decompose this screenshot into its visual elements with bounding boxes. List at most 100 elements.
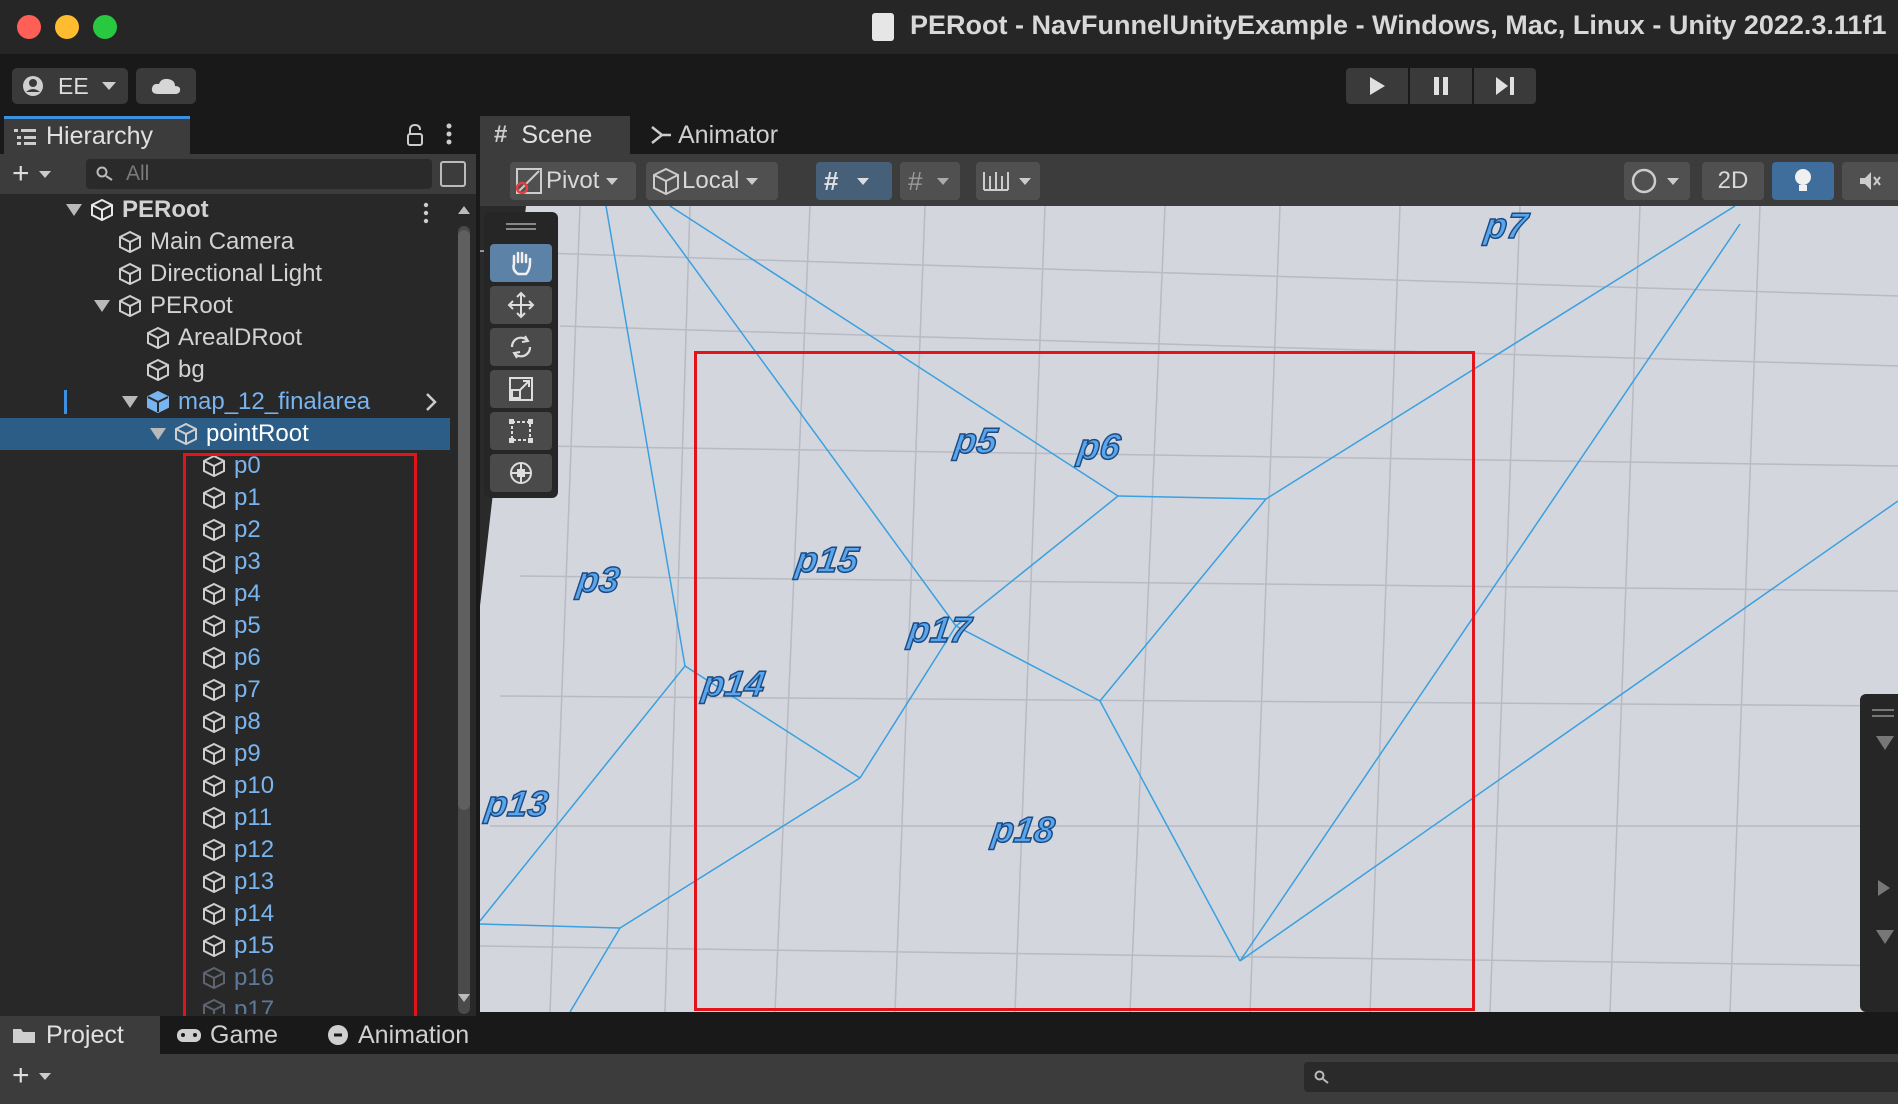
animation-icon [328,1025,348,1045]
search-icon [1314,1070,1329,1084]
tab-project[interactable]: Project [0,1016,160,1054]
waypoint-label[interactable]: p3 [573,558,623,600]
hierarchy-row-label: PERoot [122,196,209,223]
tab-game[interactable]: Game [176,1016,296,1054]
gameobject-icon [147,326,169,350]
snap-icon: # [908,165,923,196]
plus-icon: + [12,157,30,190]
audio-mute-icon [1860,172,1881,190]
overlay-panel[interactable] [1860,694,1898,1012]
window-titlebar: PERoot - NavFunnelUnityExample - Windows… [0,0,1898,54]
search-icon [96,166,113,181]
scale-tool-button[interactable] [490,370,552,408]
hierarchy-row[interactable]: bg [0,354,450,386]
hierarchy-row[interactable]: pointRoot [0,418,450,450]
account-icon [23,76,43,96]
hierarchy-row[interactable]: Main Camera [0,226,450,258]
pause-icon [1434,77,1448,95]
ruler-toggle[interactable] [976,162,1040,200]
hierarchy-row[interactable]: Directional Light [0,258,450,290]
close-window-button[interactable] [17,15,41,39]
chevron-right-icon[interactable] [424,392,438,412]
kebab-menu-icon[interactable] [444,122,454,148]
hierarchy-row[interactable]: PERoot [0,194,450,226]
gameobject-icon [119,262,141,286]
chevron-down-icon [1019,177,1031,185]
transform-tool-button[interactable] [490,454,552,492]
chevron-down-icon [38,170,51,178]
lock-icon[interactable] [406,123,424,146]
unity-scene-icon [91,198,113,222]
play-button[interactable] [1346,68,1408,104]
hierarchy-row[interactable]: ArealDRoot [0,322,450,354]
waypoint-label[interactable]: p13 [481,782,551,824]
bottom-dock: Project Game Animation + [0,1016,1898,1104]
rect-tool-button[interactable] [490,412,552,450]
account-label: EE [58,72,89,99]
2d-toggle[interactable]: 2D [1702,162,1764,200]
play-icon [1370,77,1385,95]
scene-view[interactable]: p3p5p6p7p13p14p15p17p182 [480,206,1898,1012]
hierarchy-row-label: ArealDRoot [178,324,303,351]
create-dropdown[interactable]: + [12,157,66,190]
tab-game-label: Game [210,1020,279,1049]
chevron-down-icon [38,1072,51,1080]
gameobject-icon [175,422,197,446]
tab-hierarchy[interactable]: Hierarchy [4,116,190,154]
local-label: Local [682,167,740,194]
chevron-down-icon [746,177,759,185]
chevron-down-icon [857,177,870,185]
hierarchy-row[interactable]: map_12_finalarea [0,386,450,418]
gameobject-icon [119,294,141,318]
hand-icon [512,251,532,276]
shading-dropdown[interactable] [1624,162,1690,200]
account-dropdown[interactable]: EE [12,68,128,104]
scene-visibility-icon[interactable] [440,161,466,187]
local-cube-icon [653,167,679,195]
tab-animation[interactable]: Animation [326,1016,496,1054]
folder-icon [13,1029,35,1043]
expand-arrow-icon[interactable] [94,300,110,312]
prefab-icon [147,390,169,414]
hierarchy-search-field[interactable]: All [86,159,432,189]
tab-animator[interactable]: Animator [650,116,810,154]
hand-tool-button[interactable] [490,244,552,282]
chevron-down-icon [1667,177,1679,185]
pause-button[interactable] [1410,68,1472,104]
local-dropdown[interactable]: Local [646,162,778,200]
gamepad-icon [177,1029,201,1042]
tab-animator-label: Animator [678,120,779,149]
expand-arrow-icon[interactable] [122,396,138,408]
zoom-window-button[interactable] [93,15,117,39]
2d-label: 2D [1717,167,1749,194]
highlight-box-hierarchy [183,453,417,1031]
cloud-button[interactable] [136,68,196,104]
hierarchy-row-label: pointRoot [206,420,309,447]
hierarchy-row[interactable]: PERoot [0,290,450,322]
project-search-field[interactable] [1304,1062,1898,1092]
drag-handle-icon[interactable] [484,218,558,238]
tab-hierarchy-label: Hierarchy [46,122,153,150]
tab-scene[interactable]: # Scene [480,116,630,154]
rotate-tool-button[interactable] [490,328,552,366]
project-create-dropdown[interactable]: + [12,1061,66,1091]
tab-scene-label: Scene [521,120,593,149]
row-kebab-icon[interactable] [422,202,430,224]
gameobject-icon [147,358,169,382]
grid-snap-toggle[interactable]: # [816,162,892,200]
lighting-toggle[interactable] [1772,162,1834,200]
waypoint-label[interactable]: p7 [1481,206,1533,247]
move-tool-button[interactable] [490,286,552,324]
rotate-icon [510,335,532,359]
increment-snap-toggle[interactable]: # [900,162,960,200]
expand-arrow-icon[interactable] [66,204,82,216]
step-button[interactable] [1474,68,1536,104]
expand-arrow-icon[interactable] [150,428,166,440]
hierarchy-scrollbar[interactable] [452,194,476,1014]
minimize-window-button[interactable] [55,15,79,39]
pivot-dropdown[interactable]: Pivot [510,162,636,200]
chevron-down-icon [101,82,116,90]
hierarchy-row-label: Directional Light [150,260,323,287]
audio-toggle[interactable] [1842,162,1898,200]
hierarchy-row-label: bg [178,356,205,383]
